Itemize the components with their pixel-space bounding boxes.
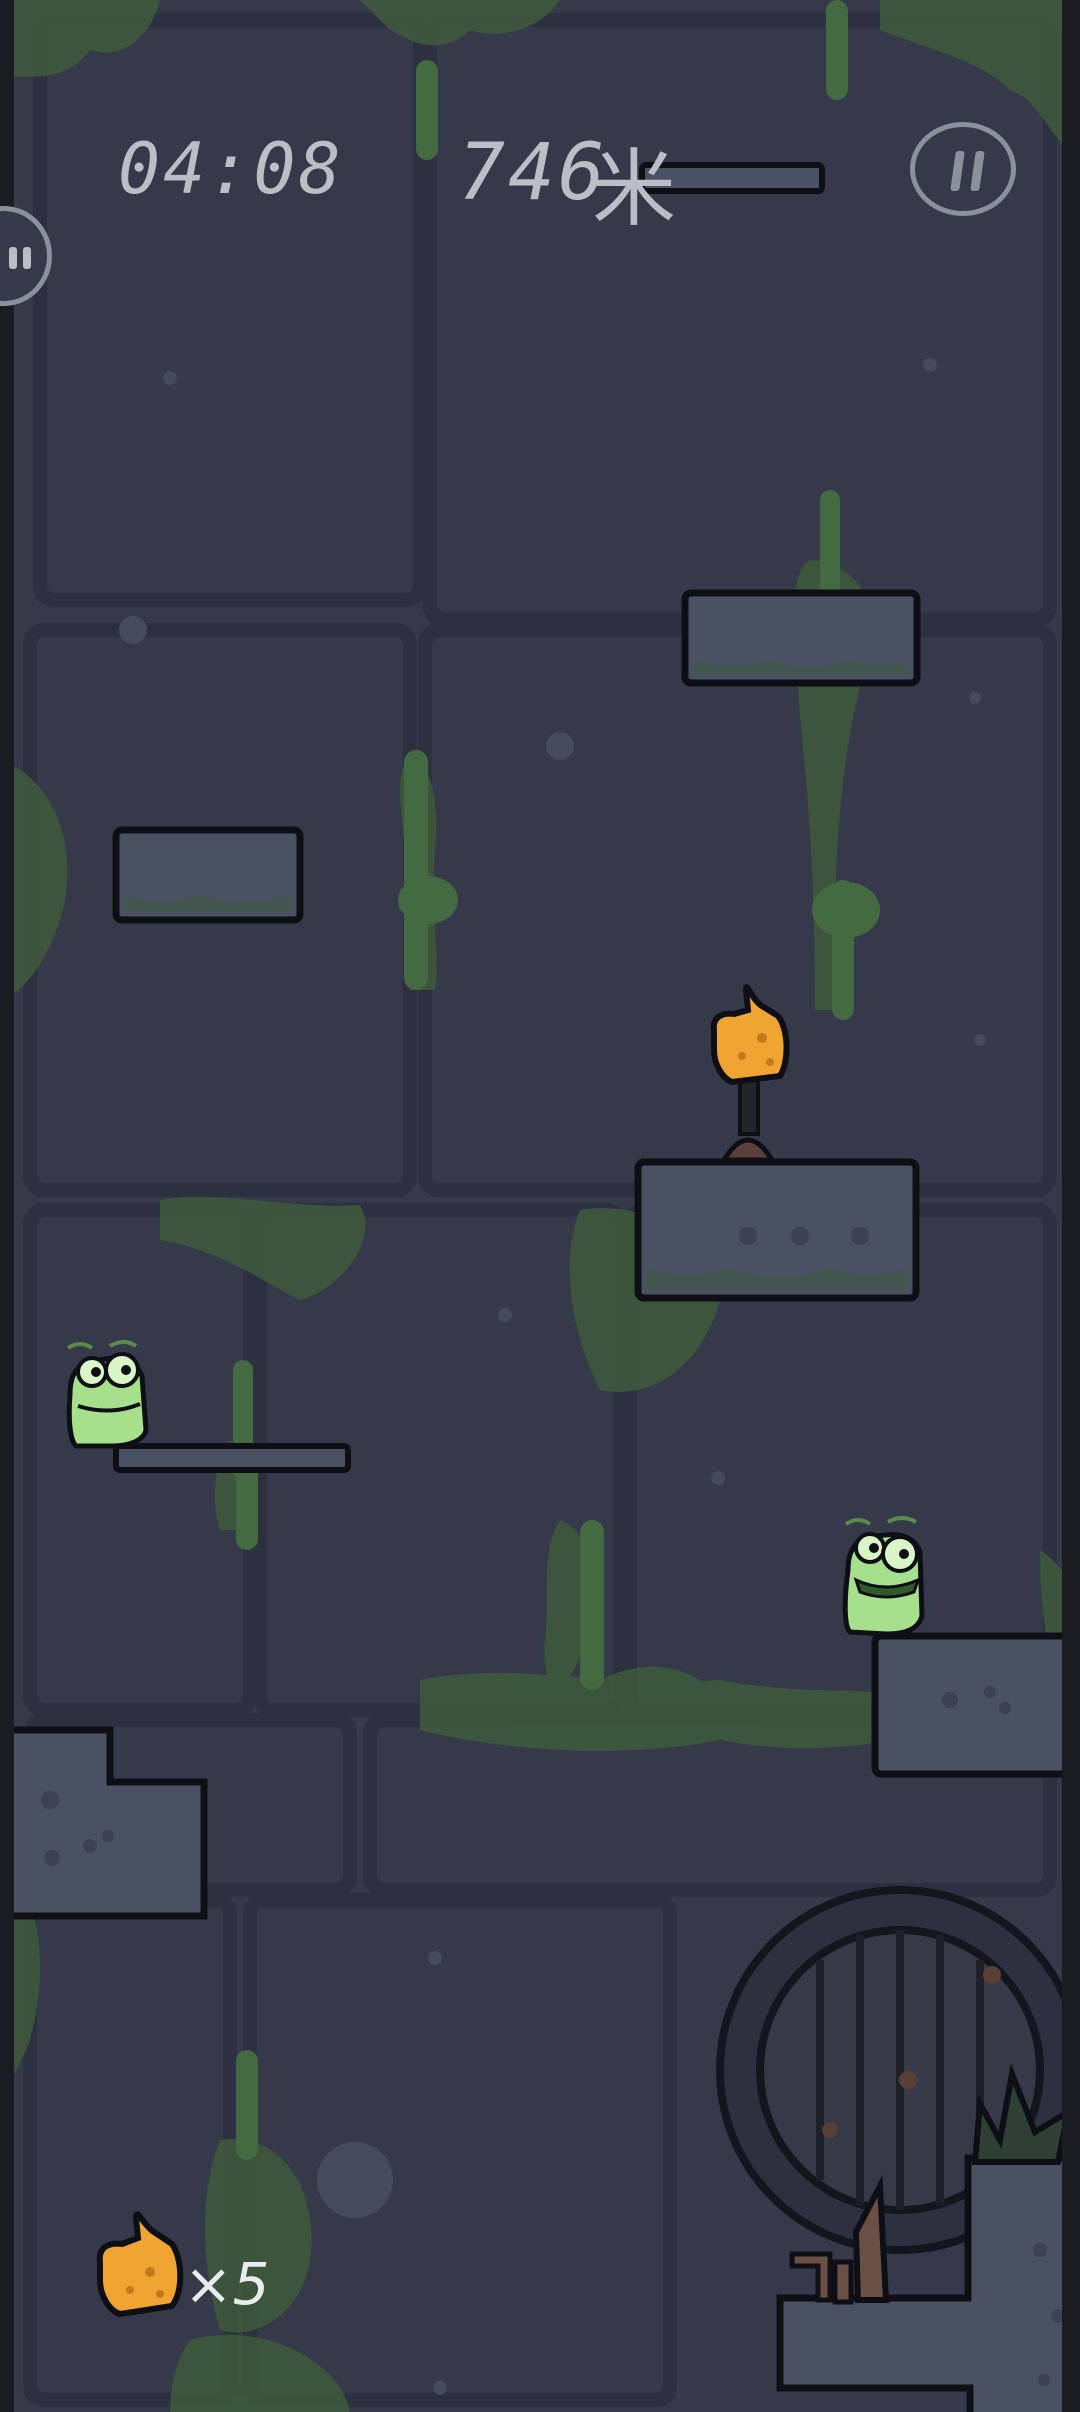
platform-right-ledge xyxy=(871,1632,1080,1778)
frog-enemy-right xyxy=(842,1516,925,1637)
distance-unit-label: 米 xyxy=(592,140,680,238)
platform-upper-left xyxy=(112,826,304,924)
item-count-label: ×5 xyxy=(184,2250,270,2318)
thumbs-up-icon xyxy=(96,2211,184,2318)
pause-button[interactable] xyxy=(910,122,1016,216)
pause-icon xyxy=(950,151,965,191)
frog-enemy-left xyxy=(66,1340,149,1449)
platform-left-step xyxy=(0,1726,208,1920)
timer-display: 04:08 xyxy=(118,128,344,210)
platform-upper-right xyxy=(681,589,921,687)
moss-drips xyxy=(233,0,1062,2160)
platform-middle-right xyxy=(634,1158,920,1302)
platform-thin-left xyxy=(113,1443,351,1473)
game-scene xyxy=(0,0,1080,2412)
distance-display: 746 xyxy=(458,128,608,218)
thumbs-up-trophy xyxy=(710,984,790,1163)
menu-icon xyxy=(9,247,17,269)
